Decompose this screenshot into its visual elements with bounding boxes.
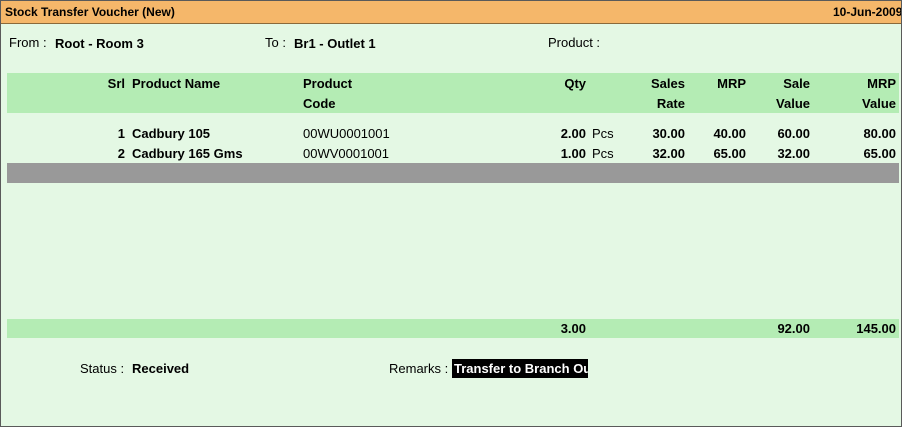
status-label: Status : — [80, 361, 125, 376]
row-mrp-value: 65.00 — [863, 146, 896, 161]
row-mrp-value: 80.00 — [863, 126, 896, 141]
col-srl: Srl — [107, 76, 125, 91]
product-label: Product : — [548, 35, 601, 50]
col-mrp-value-line1: MRP — [867, 76, 896, 91]
row-srl: 1 — [117, 126, 125, 141]
total-sale-value: 92.00 — [777, 321, 810, 336]
row-mrp: 65.00 — [713, 146, 746, 161]
row-unit: Pcs — [592, 146, 614, 161]
total-qty: 3.00 — [560, 321, 586, 336]
row-product-name: Cadbury 165 Gms — [132, 146, 243, 161]
voucher-window: Stock Transfer Voucher (New) 10-Jun-2009… — [0, 0, 902, 427]
row-sales-rate: 32.00 — [652, 146, 685, 161]
voucher-date[interactable]: 10-Jun-2009 — [833, 5, 901, 19]
selected-entry-row[interactable] — [7, 163, 899, 183]
col-mrp-value-line2: Value — [862, 96, 896, 111]
row-sale-value: 32.00 — [777, 146, 810, 161]
row-product-code: 00WU0001001 — [303, 126, 390, 141]
col-sale-value-line2: Value — [776, 96, 810, 111]
total-mrp-value: 145.00 — [856, 321, 896, 336]
title-bar: Stock Transfer Voucher (New) 10-Jun-2009 — [1, 1, 901, 24]
status-field[interactable]: Received — [132, 361, 189, 376]
column-header: Srl Product Name Product Code Qty Sales … — [7, 73, 899, 113]
remarks-label: Remarks : — [389, 361, 449, 376]
window-title: Stock Transfer Voucher (New) — [5, 5, 175, 19]
totals-row: 3.00 92.00 145.00 — [7, 319, 899, 338]
from-label: From : — [9, 35, 47, 50]
row-qty: 2.00 — [560, 126, 586, 141]
row-qty: 1.00 — [560, 146, 586, 161]
row-sales-rate: 30.00 — [652, 126, 685, 141]
row-srl: 2 — [117, 146, 125, 161]
col-sales-rate-line1: Sales — [651, 76, 685, 91]
to-field[interactable]: Br1 - Outlet 1 — [294, 36, 376, 51]
row-unit: Pcs — [592, 126, 614, 141]
row-mrp: 40.00 — [713, 126, 746, 141]
col-product-name: Product Name — [132, 76, 221, 91]
remarks-field[interactable]: Transfer to Branch Outlet — [452, 359, 588, 378]
from-field[interactable]: Root - Room 3 — [55, 36, 144, 51]
col-sales-rate-line2: Rate — [656, 96, 685, 111]
col-sale-value-line1: Sale — [783, 76, 810, 91]
col-product-code-line1: Product — [303, 76, 353, 91]
col-product-code-line2: Code — [303, 96, 336, 111]
col-mrp: MRP — [717, 76, 746, 91]
row-product-code: 00WV0001001 — [303, 146, 390, 161]
row-sale-value: 60.00 — [777, 126, 810, 141]
col-qty: Qty — [564, 76, 586, 91]
row-product-name: Cadbury 105 — [132, 126, 211, 141]
to-label: To : — [265, 35, 286, 50]
